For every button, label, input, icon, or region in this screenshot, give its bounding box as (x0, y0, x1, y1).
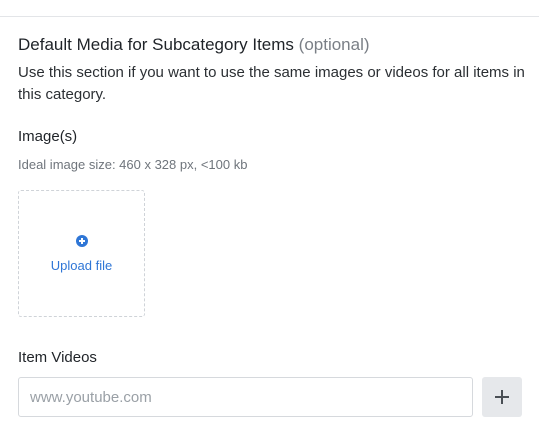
section-title-text: Default Media for Subcategory Items (18, 35, 294, 54)
upload-file-link[interactable]: Upload file (19, 257, 144, 275)
plus-icon (495, 390, 509, 404)
images-label: Image(s) (18, 128, 78, 145)
section-title: Default Media for Subcategory Items (opt… (18, 34, 370, 56)
item-videos-label: Item Videos (18, 349, 97, 366)
optional-label: (optional) (298, 35, 370, 54)
section-description: Use this section if you want to use the … (18, 64, 525, 103)
image-size-hint: Ideal image size: 460 x 328 px, <100 kb (18, 157, 248, 172)
plus-circle-icon (76, 235, 88, 247)
video-url-input[interactable] (18, 377, 473, 417)
add-video-button[interactable] (482, 377, 522, 417)
upload-file-dropzone[interactable]: Upload file (18, 190, 145, 317)
top-divider (0, 16, 539, 17)
